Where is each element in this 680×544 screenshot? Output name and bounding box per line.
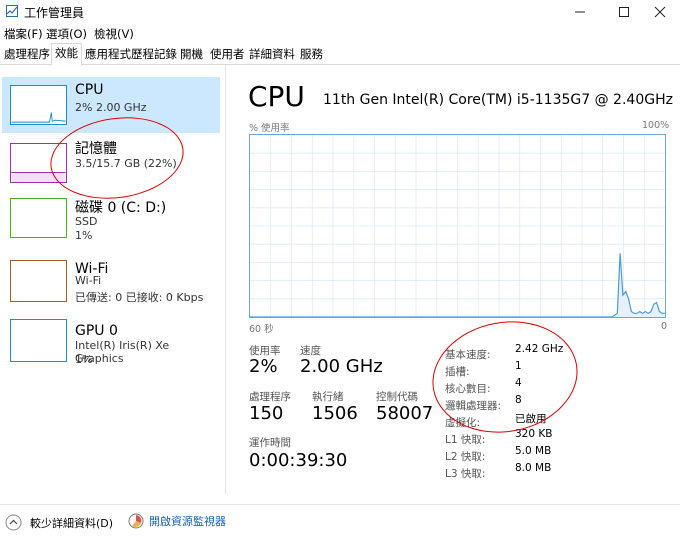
cpu-thumbnail	[10, 85, 67, 125]
cpu-model: 11th Gen Intel(R) Core(TM) i5-1135G7 @ 2…	[323, 92, 673, 108]
tab-bar: 處理程序 效能 應用程式歷程記錄 開機 使用者 詳細資料 服務	[0, 42, 680, 66]
resource-usage: 1%	[75, 229, 93, 242]
spec-row: L3 快取: 8.0 MB	[445, 462, 585, 480]
tab-processes[interactable]: 處理程序	[1, 45, 53, 63]
close-button[interactable]	[640, 0, 680, 24]
open-resource-monitor-link[interactable]: 開啟資源監視器	[128, 513, 226, 529]
menu-options[interactable]: 選項(O)	[46, 26, 87, 42]
resource-name: 磁碟 0 (C: D:)	[75, 200, 167, 216]
stat-value-speed: 2.00 GHz	[300, 356, 383, 377]
tab-details[interactable]: 詳細資料	[246, 45, 298, 63]
wifi-thumbnail	[10, 260, 67, 302]
stat-value-handles: 58007	[376, 403, 434, 424]
maximize-icon	[619, 7, 629, 17]
stat-value-utilization: 2%	[249, 356, 278, 377]
disk-thumbnail	[10, 198, 67, 238]
resource-usage: 1%	[75, 353, 93, 366]
cpu-utilization-graph	[249, 134, 666, 318]
tab-services[interactable]: 服務	[297, 45, 326, 63]
resource-detail: Wi-Fi	[75, 274, 102, 287]
gpu-thumbnail	[10, 319, 67, 362]
title-bar: 工作管理員	[0, 0, 680, 24]
stat-value-uptime: 0:00:39:30	[249, 450, 348, 471]
detail-title: CPU	[248, 80, 305, 113]
resource-throughput: 已傳送: 0 已接收: 0 Kbps	[75, 291, 204, 304]
resource-detail: 2% 2.00 GHz	[75, 101, 147, 114]
less-details-label: 較少詳細資料(D)	[30, 516, 114, 530]
spec-value: 5.0 MB	[515, 445, 552, 457]
stat-value-threads: 1506	[312, 403, 358, 424]
menu-view[interactable]: 檢視(V)	[94, 26, 134, 42]
resource-item-disk[interactable]: 磁碟 0 (C: D:) SSD 1%	[2, 192, 220, 248]
chevron-up-icon	[5, 514, 22, 531]
spec-row: L2 快取: 5.0 MB	[445, 445, 585, 463]
less-details-button[interactable]: 較少詳細資料(D)	[5, 514, 113, 531]
resource-item-gpu[interactable]: GPU 0 Intel(R) Iris(R) Xe Graphics 1%	[2, 318, 220, 374]
minimize-icon	[575, 11, 585, 13]
window-title: 工作管理員	[24, 6, 85, 20]
graph-max-label: 100%	[642, 120, 670, 131]
graph-y-label: % 使用率	[249, 123, 290, 134]
stat-label-threads: 執行緒	[312, 391, 344, 403]
menu-bar: 檔案(F) 選項(O) 檢視(V)	[0, 24, 680, 42]
graph-time-label: 60 秒	[249, 324, 274, 335]
tab-app-history[interactable]: 應用程式歷程記錄	[82, 45, 180, 63]
stat-label-handles: 控制代碼	[376, 391, 418, 403]
graph-grid	[250, 135, 665, 317]
stat-label-processes: 處理程序	[249, 391, 291, 403]
resource-name: GPU 0	[75, 323, 118, 339]
graph-min-label: 0	[661, 321, 668, 332]
stat-label-uptime: 運作時間	[249, 437, 291, 449]
spec-label: L3 快取:	[445, 468, 486, 480]
tab-startup[interactable]: 開機	[177, 45, 206, 63]
resource-detail: Intel(R) Iris(R) Xe Graphics	[75, 339, 170, 365]
task-manager-icon	[6, 5, 18, 17]
footer-bar: 較少詳細資料(D) 開啟資源監視器	[0, 504, 680, 544]
resource-name: CPU	[75, 82, 104, 98]
stat-value-processes: 150	[249, 403, 284, 424]
menu-file[interactable]: 檔案(F)	[4, 26, 43, 42]
maximize-button[interactable]	[604, 0, 644, 24]
tab-performance[interactable]: 效能	[51, 43, 82, 66]
resource-monitor-icon	[128, 513, 144, 529]
close-icon	[654, 6, 666, 18]
resource-detail: SSD	[75, 215, 98, 228]
spec-value: 8.0 MB	[515, 462, 552, 474]
resource-item-wifi[interactable]: Wi-Fi Wi-Fi 已傳送: 0 已接收: 0 Kbps	[2, 256, 220, 312]
tab-users[interactable]: 使用者	[207, 45, 248, 63]
minimize-button[interactable]	[560, 0, 600, 24]
open-resource-monitor-label: 開啟資源監視器	[149, 515, 226, 528]
